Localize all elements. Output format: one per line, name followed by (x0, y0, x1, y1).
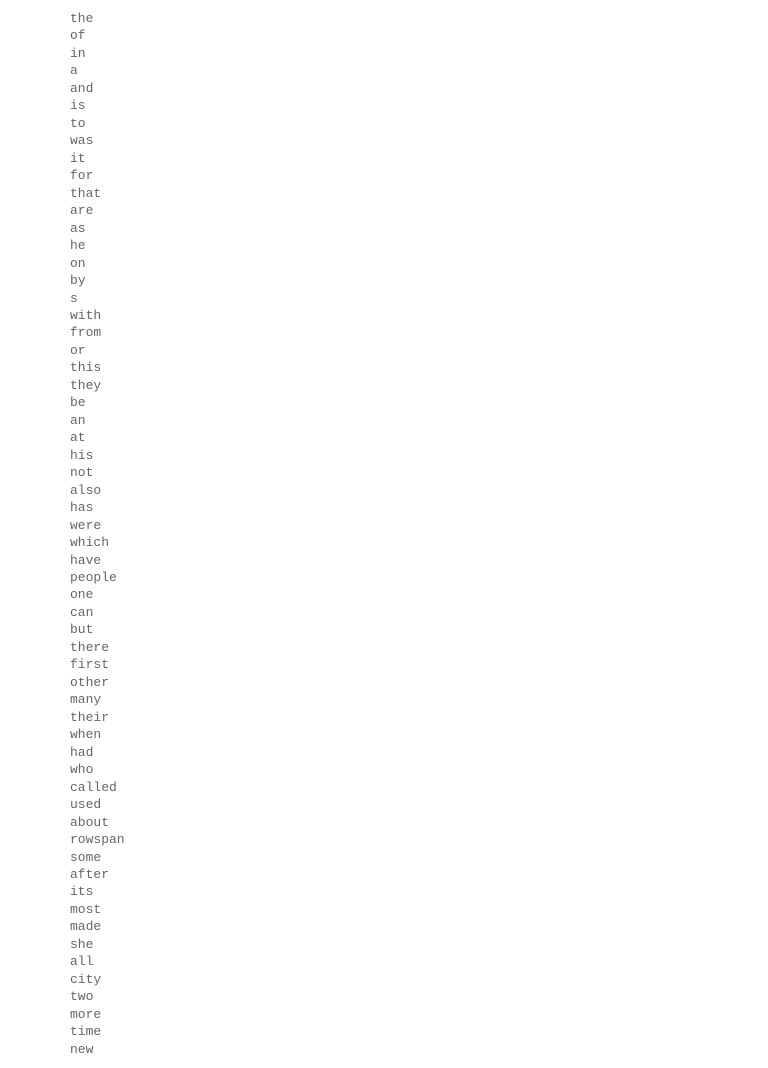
list-item: all (70, 953, 768, 970)
list-item: of (70, 27, 768, 44)
list-item: have (70, 552, 768, 569)
list-item: can (70, 604, 768, 621)
list-item: from (70, 324, 768, 341)
list-item: his (70, 447, 768, 464)
list-item: they (70, 377, 768, 394)
list-item: for (70, 167, 768, 184)
list-item: to (70, 115, 768, 132)
list-item: be (70, 394, 768, 411)
list-item: and (70, 80, 768, 97)
list-item: many (70, 691, 768, 708)
list-item: with (70, 307, 768, 324)
list-item: on (70, 255, 768, 272)
list-item: has (70, 499, 768, 516)
list-item: it (70, 150, 768, 167)
list-item: after (70, 866, 768, 883)
list-item: who (70, 761, 768, 778)
list-item: when (70, 726, 768, 743)
list-item: an (70, 412, 768, 429)
list-item: other (70, 674, 768, 691)
list-item: two (70, 988, 768, 1005)
list-item: rowspan (70, 831, 768, 848)
list-item: she (70, 936, 768, 953)
word-list: theofinaandistowasitforthatareasheonbysw… (70, 10, 768, 1058)
list-item: about (70, 814, 768, 831)
list-item: not (70, 464, 768, 481)
list-item: most (70, 901, 768, 918)
list-item: the (70, 10, 768, 27)
list-item: a (70, 62, 768, 79)
list-item: had (70, 744, 768, 761)
list-item: people (70, 569, 768, 586)
list-item: he (70, 237, 768, 254)
list-item: in (70, 45, 768, 62)
list-item: are (70, 202, 768, 219)
list-item: first (70, 656, 768, 673)
list-item: s (70, 290, 768, 307)
list-item: called (70, 779, 768, 796)
list-item: but (70, 621, 768, 638)
list-item: were (70, 517, 768, 534)
list-item: this (70, 359, 768, 376)
list-item: that (70, 185, 768, 202)
list-item: which (70, 534, 768, 551)
list-item: more (70, 1006, 768, 1023)
list-item: there (70, 639, 768, 656)
list-item: its (70, 883, 768, 900)
list-item: some (70, 849, 768, 866)
list-item: at (70, 429, 768, 446)
list-item: used (70, 796, 768, 813)
list-item: time (70, 1023, 768, 1040)
list-item: also (70, 482, 768, 499)
list-item: their (70, 709, 768, 726)
list-item: city (70, 971, 768, 988)
list-item: made (70, 918, 768, 935)
list-item: one (70, 586, 768, 603)
list-item: by (70, 272, 768, 289)
list-item: new (70, 1041, 768, 1058)
list-item: is (70, 97, 768, 114)
list-item: was (70, 132, 768, 149)
list-item: or (70, 342, 768, 359)
list-item: as (70, 220, 768, 237)
